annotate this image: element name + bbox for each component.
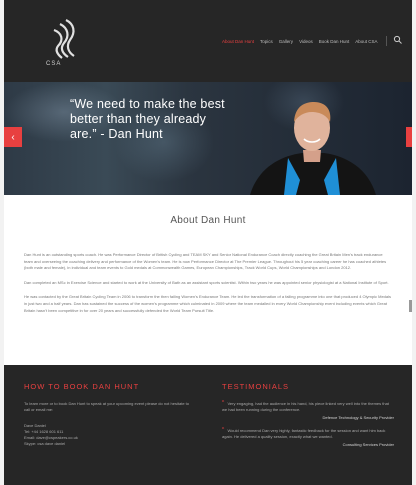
nav-about-dan-hunt[interactable]: About Dan Hunt [222, 39, 254, 44]
hero-quote-line: better than they already [70, 112, 207, 126]
nav-book-dan-hunt[interactable]: Book Dan Hunt [319, 39, 350, 44]
hero-slider: “We need to make the best better than th… [4, 82, 412, 195]
about-paragraph: Dan Hunt is an outstanding sports coach.… [24, 252, 387, 271]
hero-quote: “We need to make the best better than th… [70, 97, 260, 142]
slider-prev-button[interactable]: ‹ [4, 127, 22, 147]
nav-gallery[interactable]: Gallery [279, 39, 293, 44]
testimonial-item: “ Very engaging, had the audience in his… [222, 400, 394, 420]
dan-hunt-photo [250, 102, 376, 195]
hero-quote-line: are.” - Dan Hunt [70, 127, 163, 141]
about-body: Dan Hunt is an outstanding sports coach.… [24, 252, 392, 322]
testimonial-text: Very engaging, had the audience in his h… [222, 401, 389, 412]
about-title: About Dan Hunt [170, 215, 246, 226]
contact-details: Dave Daniel Tel: +44 1628 601 611 Email:… [24, 423, 194, 447]
testimonials-heading: TESTIMONIALS [222, 382, 290, 391]
booking-section: HOW TO BOOK DAN HUNT To learn more or to… [24, 382, 194, 447]
nav-videos[interactable]: Videos [299, 39, 313, 44]
quote-icon: “ [222, 427, 225, 434]
main-nav: About Dan Hunt Topics Gallery Videos Boo… [222, 35, 403, 46]
testimonial-author: Consulting Services Provider [342, 442, 394, 447]
booking-heading: HOW TO BOOK DAN HUNT [24, 382, 140, 391]
about-paragraph: He was contacted by the Great Britain Cy… [24, 294, 392, 313]
booking-text: To learn more or to book Dan Hunt to spe… [24, 401, 189, 412]
nav-topics[interactable]: Topics [260, 39, 273, 44]
site-header: CSA About Dan Hunt Topics Gallery Videos… [4, 0, 412, 82]
site-footer: HOW TO BOOK DAN HUNT To learn more or to… [4, 365, 412, 485]
contact-skype[interactable]: Skype: csa dave daniel [24, 441, 194, 447]
nav-divider [385, 36, 387, 46]
chevron-left-icon: ‹ [11, 131, 15, 143]
testimonial-item: “ Would recommend Dan very highly, fanta… [222, 427, 394, 447]
about-paragraph: Dan completed an MSc in Exercise Science… [24, 279, 389, 285]
csa-logo[interactable] [44, 18, 84, 60]
testimonial-text: Would recommend Dan very highly, fantast… [222, 428, 386, 439]
page: CSA About Dan Hunt Topics Gallery Videos… [4, 0, 412, 485]
testimonials-section: TESTIMONIALS “ Very engaging, had the au… [222, 382, 394, 455]
testimonial-author: Defence Technology & Security Provider [322, 415, 394, 420]
nav-about-csa[interactable]: About CSA [355, 39, 377, 44]
hero-quote-line: “We need to make the best [70, 97, 225, 111]
scrollbar-thumb[interactable] [409, 300, 412, 312]
logo-text: CSA [46, 61, 62, 67]
quote-icon: “ [222, 400, 225, 407]
search-icon[interactable] [393, 35, 403, 45]
slider-next-button[interactable] [406, 127, 412, 147]
